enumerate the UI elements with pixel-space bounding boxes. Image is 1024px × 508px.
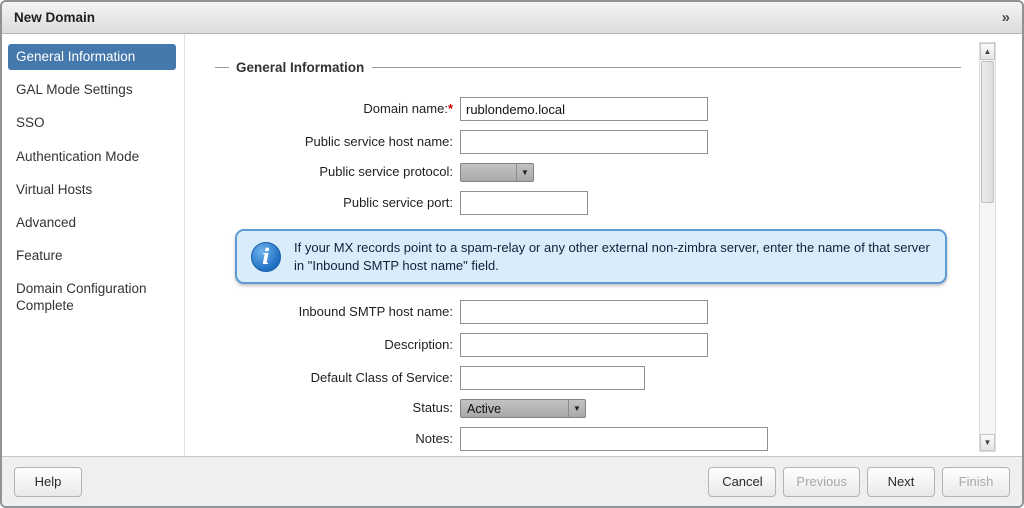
field-row-description: Description:	[215, 333, 973, 357]
public-service-protocol-label: Public service protocol:	[215, 165, 460, 180]
sidebar-item-feature[interactable]: Feature	[8, 243, 176, 269]
public-service-host-input[interactable]	[460, 130, 708, 154]
description-label: Description:	[215, 338, 460, 353]
field-row-public-service-host: Public service host name:	[215, 130, 973, 154]
previous-button[interactable]: Previous	[783, 467, 860, 497]
field-row-default-cos: Default Class of Service:	[215, 366, 973, 390]
vertical-scrollbar: ▲ ▼	[979, 42, 996, 452]
domain-name-label: Domain name:*	[215, 102, 460, 117]
chevron-down-icon: ▼	[516, 164, 533, 181]
sidebar-item-sso[interactable]: SSO	[8, 110, 176, 136]
info-box-text: If your MX records point to a spam-relay…	[294, 239, 931, 274]
field-row-public-service-protocol: Public service protocol: ▼	[215, 163, 973, 182]
arrow-up-icon: ▲	[984, 47, 992, 56]
status-label: Status:	[215, 401, 460, 416]
sidebar-item-domain-configuration-complete[interactable]: Domain Configuration Complete	[8, 276, 176, 318]
required-asterisk: *	[448, 101, 453, 116]
public-service-port-label: Public service port:	[215, 196, 460, 211]
notes-label: Notes:	[215, 432, 460, 447]
public-service-host-label: Public service host name:	[215, 135, 460, 150]
section-header-line	[372, 67, 961, 68]
notes-input[interactable]	[460, 427, 768, 451]
sidebar-item-advanced[interactable]: Advanced	[8, 210, 176, 236]
field-row-public-service-port: Public service port:	[215, 191, 973, 215]
inbound-smtp-host-label: Inbound SMTP host name:	[215, 305, 460, 320]
description-input[interactable]	[460, 333, 708, 357]
arrow-down-icon: ▼	[984, 438, 992, 447]
inbound-smtp-host-input[interactable]	[460, 300, 708, 324]
new-domain-dialog: New Domain » General Information GAL Mod…	[0, 0, 1024, 508]
domain-name-input[interactable]	[460, 97, 708, 121]
public-service-port-input[interactable]	[460, 191, 588, 215]
sidebar-item-gal-mode-settings[interactable]: GAL Mode Settings	[8, 77, 176, 103]
status-dropdown[interactable]: Active ▼	[460, 399, 586, 418]
expand-chevrons-icon[interactable]: »	[1002, 10, 1010, 25]
dialog-title: New Domain	[14, 10, 95, 25]
default-cos-label: Default Class of Service:	[215, 371, 460, 386]
next-button[interactable]: Next	[867, 467, 935, 497]
dialog-titlebar: New Domain »	[2, 2, 1022, 34]
section-title: General Information	[236, 60, 364, 75]
field-row-status: Status: Active ▼	[215, 399, 973, 418]
field-row-inbound-smtp-host: Inbound SMTP host name:	[215, 300, 973, 324]
general-information-form: General Information Domain name:* Public…	[185, 34, 973, 456]
section-header: General Information	[215, 60, 973, 75]
default-cos-input[interactable]	[460, 366, 645, 390]
section-header-dash	[215, 67, 229, 68]
wizard-steps-sidebar: General Information GAL Mode Settings SS…	[2, 34, 185, 456]
sidebar-item-general-information[interactable]: General Information	[8, 44, 176, 70]
chevron-down-icon: ▼	[568, 400, 585, 417]
field-row-notes: Notes:	[215, 427, 973, 451]
scroll-down-button[interactable]: ▼	[980, 434, 995, 451]
info-icon: i	[251, 242, 281, 272]
sidebar-item-authentication-mode[interactable]: Authentication Mode	[8, 144, 176, 170]
dialog-footer: Help Cancel Previous Next Finish	[2, 456, 1022, 506]
scrollbar-track[interactable]	[980, 60, 995, 434]
scrollbar-thumb[interactable]	[981, 61, 994, 203]
mx-records-info-box: i If your MX records point to a spam-rel…	[235, 229, 947, 284]
help-button[interactable]: Help	[14, 467, 82, 497]
cancel-button[interactable]: Cancel	[708, 467, 776, 497]
public-service-protocol-dropdown[interactable]: ▼	[460, 163, 534, 182]
scroll-up-button[interactable]: ▲	[980, 43, 995, 60]
field-row-domain-name: Domain name:*	[215, 97, 973, 121]
sidebar-item-virtual-hosts[interactable]: Virtual Hosts	[8, 177, 176, 203]
finish-button[interactable]: Finish	[942, 467, 1010, 497]
status-value: Active	[461, 402, 568, 416]
